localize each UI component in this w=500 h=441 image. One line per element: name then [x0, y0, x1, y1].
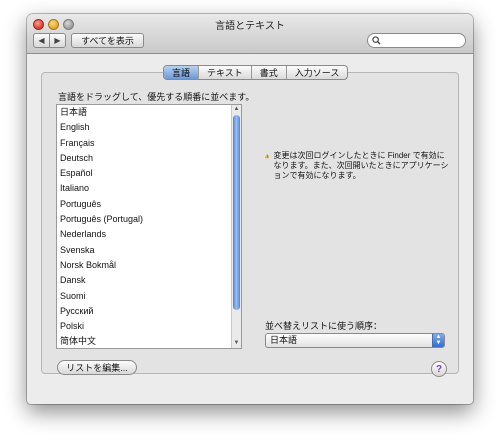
language-list[interactable]: 日本語 English Français Deutsch Español Italiano…: [56, 104, 242, 349]
language-list-item[interactable]: Deutsch: [57, 151, 241, 166]
tab-text[interactable]: テキスト: [198, 66, 251, 79]
search-icon: [372, 36, 381, 45]
scroll-up-arrow-icon[interactable]: ▲: [232, 105, 241, 114]
window-title: 言語とテキスト: [215, 21, 285, 32]
search-input[interactable]: [383, 35, 463, 46]
title-bar: 言語とテキスト ◀ ▶ すべてを表示: [27, 14, 473, 54]
language-list-item[interactable]: Português (Portugal): [57, 212, 241, 227]
forward-button[interactable]: ▶: [49, 34, 65, 47]
language-list-item[interactable]: Norsk Bokmål: [57, 258, 241, 273]
sort-order-value: 日本語: [270, 335, 298, 345]
language-list-item[interactable]: Português: [57, 197, 241, 212]
scroll-thumb[interactable]: [233, 115, 240, 310]
language-list-item[interactable]: 简体中文: [57, 334, 241, 348]
language-list-item[interactable]: Suomi: [57, 289, 241, 304]
help-button[interactable]: ?: [431, 361, 447, 377]
language-list-scrollbar[interactable]: ▲ ▼: [231, 105, 241, 348]
language-list-item[interactable]: Polski: [57, 319, 241, 334]
language-list-item[interactable]: 日本語: [57, 105, 241, 120]
popup-arrows-icon: ▲ ▼: [432, 334, 444, 347]
warning-triangle-icon: [265, 153, 270, 159]
sort-order-popup[interactable]: 日本語 ▲ ▼: [265, 333, 445, 348]
language-list-item[interactable]: Nederlands: [57, 227, 241, 242]
back-button[interactable]: ◀: [34, 34, 49, 47]
list-instruction: 言語をドラッグして、優先する順番に並べます。: [58, 92, 255, 102]
edit-list-button[interactable]: リストを編集...: [57, 360, 137, 375]
restart-warning: 変更は次回ログインしたときに Finder で有効になります。また、次回開いたと…: [265, 151, 450, 181]
language-list-item[interactable]: Dansk: [57, 273, 241, 288]
language-list-item[interactable]: English: [57, 120, 241, 135]
warning-text: 変更は次回ログインしたときに Finder で有効になります。また、次回開いたと…: [273, 151, 449, 180]
preferences-window: 言語とテキスト ◀ ▶ すべてを表示 言語 テキスト 書式 入力ソース 言語をド…: [27, 14, 473, 404]
nav-buttons: ◀ ▶: [33, 33, 66, 48]
language-list-item[interactable]: Italiano: [57, 181, 241, 196]
language-list-item[interactable]: Svenska: [57, 243, 241, 258]
search-field[interactable]: [367, 33, 466, 48]
tab-language[interactable]: 言語: [164, 66, 199, 79]
language-list-items: 日本語 English Français Deutsch Español Italiano…: [57, 105, 241, 348]
tab-formats[interactable]: 書式: [250, 66, 286, 79]
scroll-down-arrow-icon[interactable]: ▼: [232, 339, 241, 348]
sort-order-label: 並べ替えリストに使う順序：: [265, 321, 383, 331]
tab-bar: 言語 テキスト 書式 入力ソース: [163, 65, 349, 80]
tab-input-sources[interactable]: 入力ソース: [285, 66, 348, 79]
language-list-item[interactable]: Français: [57, 136, 241, 151]
language-list-item[interactable]: Русский: [57, 304, 241, 319]
show-all-button[interactable]: すべてを表示: [71, 33, 144, 48]
language-list-item[interactable]: Español: [57, 166, 241, 181]
